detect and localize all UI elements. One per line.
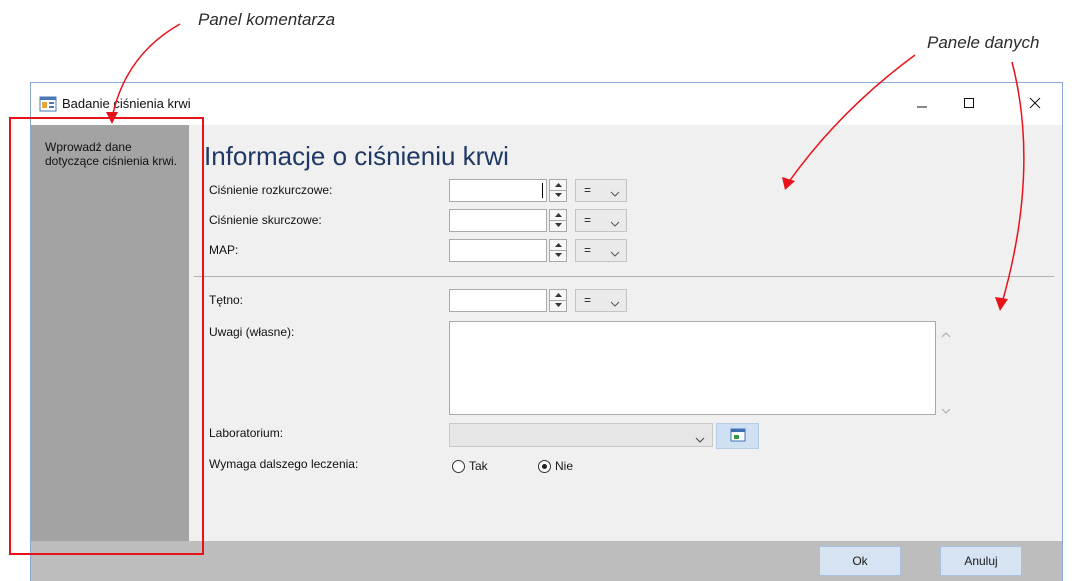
button-bar: Ok Anuluj bbox=[31, 541, 1062, 581]
title-bar: Badanie ciśnienia krwi bbox=[31, 83, 1062, 125]
operator-value: = bbox=[584, 243, 592, 257]
scroll-down-icon[interactable] bbox=[941, 403, 951, 417]
spin-down-icon[interactable] bbox=[550, 190, 566, 200]
lab-lookup-button[interactable] bbox=[716, 423, 759, 449]
pulse-input[interactable] bbox=[449, 289, 547, 312]
chevron-down-icon bbox=[610, 216, 620, 230]
radio-circle-icon bbox=[452, 459, 465, 473]
systolic-operator-select[interactable]: = bbox=[575, 209, 627, 232]
comment-panel: Wprowadź dane dotyczące ciśnienia krwi. bbox=[31, 125, 189, 541]
pulse-label: Tętno: bbox=[209, 293, 244, 307]
radio-yes-label: Tak bbox=[469, 459, 488, 473]
operator-value: = bbox=[584, 183, 592, 197]
notes-label: Uwagi (własne): bbox=[209, 325, 295, 339]
spin-down-icon[interactable] bbox=[550, 250, 566, 260]
ok-button[interactable]: Ok bbox=[819, 546, 901, 576]
chevron-down-icon bbox=[610, 296, 620, 310]
diastolic-label: Ciśnienie rozkurczowe: bbox=[209, 183, 333, 197]
operator-value: = bbox=[584, 213, 592, 227]
radio-no[interactable]: Nie bbox=[538, 459, 573, 473]
diastolic-spinner[interactable] bbox=[549, 179, 567, 202]
systolic-input[interactable] bbox=[449, 209, 547, 232]
app-form-icon bbox=[39, 96, 57, 112]
map-label: MAP: bbox=[209, 243, 239, 257]
comment-text: Wprowadź dane dotyczące ciśnienia krwi. bbox=[45, 140, 178, 168]
window-title: Badanie ciśnienia krwi bbox=[62, 96, 191, 111]
radio-selected-icon bbox=[538, 459, 551, 473]
maximize-button[interactable] bbox=[949, 89, 989, 119]
diastolic-input[interactable] bbox=[449, 179, 547, 202]
close-icon bbox=[1029, 97, 1041, 112]
systolic-spinner[interactable] bbox=[549, 209, 567, 232]
ok-button-label: Ok bbox=[852, 554, 868, 568]
cancel-button[interactable]: Anuluj bbox=[940, 546, 1022, 576]
pulse-spinner[interactable] bbox=[549, 289, 567, 312]
table-lookup-icon bbox=[730, 428, 746, 445]
annotation-data-panels: Panele danych bbox=[927, 33, 1040, 52]
systolic-label: Ciśnienie skurczowe: bbox=[209, 213, 322, 227]
page-title: Informacje o ciśnieniu krwi bbox=[204, 141, 509, 171]
notes-textarea[interactable] bbox=[449, 321, 936, 415]
diastolic-operator-select[interactable]: = bbox=[575, 179, 627, 202]
lab-select[interactable] bbox=[449, 423, 713, 447]
scroll-up-icon[interactable] bbox=[941, 327, 951, 341]
radio-yes[interactable]: Tak bbox=[452, 459, 488, 473]
operator-value: = bbox=[584, 293, 592, 307]
chevron-down-icon bbox=[610, 246, 620, 260]
radio-no-label: Nie bbox=[555, 459, 574, 473]
annotation-comment-panel: Panel komentarza bbox=[198, 10, 336, 29]
spin-down-icon[interactable] bbox=[550, 300, 566, 310]
lab-label: Laboratorium: bbox=[209, 426, 284, 440]
map-spinner[interactable] bbox=[549, 239, 567, 262]
section-divider bbox=[194, 276, 1054, 277]
map-input[interactable] bbox=[449, 239, 547, 262]
dialog-window: Badanie ciśnienia krwi Wprowadź dane dot… bbox=[30, 82, 1063, 581]
pulse-operator-select[interactable]: = bbox=[575, 289, 627, 312]
maximize-icon bbox=[963, 97, 975, 112]
followup-label: Wymaga dalszego leczenia: bbox=[209, 457, 359, 471]
minimize-icon bbox=[916, 97, 928, 112]
close-button[interactable] bbox=[1015, 89, 1055, 119]
text-cursor bbox=[542, 183, 543, 198]
spin-down-icon[interactable] bbox=[550, 220, 566, 230]
chevron-down-icon bbox=[610, 186, 620, 200]
chevron-down-icon bbox=[695, 432, 705, 446]
minimize-button[interactable] bbox=[902, 89, 942, 119]
cancel-button-label: Anuluj bbox=[964, 554, 998, 568]
map-operator-select[interactable]: = bbox=[575, 239, 627, 262]
